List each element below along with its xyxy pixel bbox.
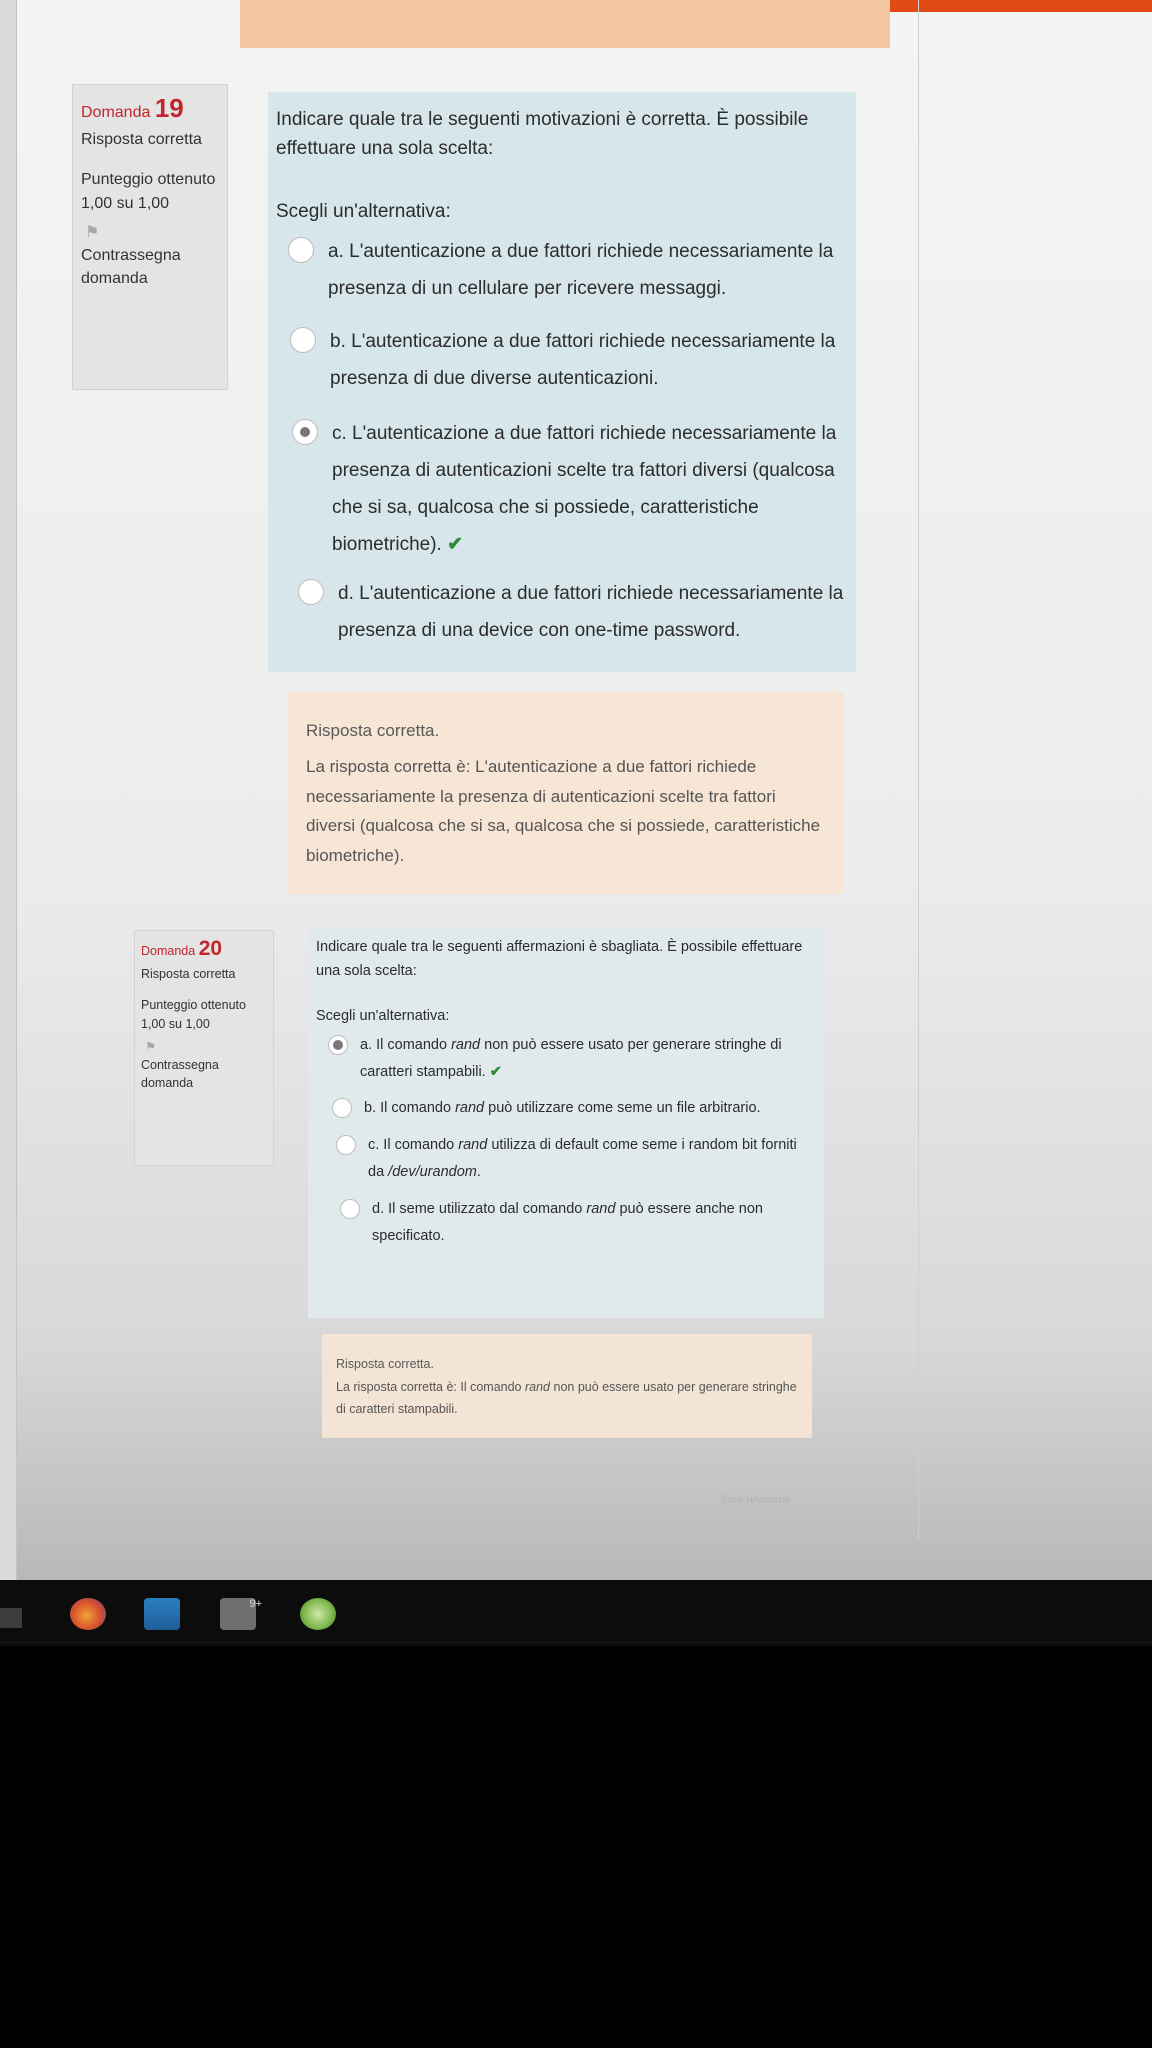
monitor-bezel — [0, 0, 17, 1580]
feedback-box-20: Risposta corretta. La risposta corretta … — [322, 1334, 812, 1438]
question-number: Domanda 19 — [81, 93, 184, 123]
question-prompt: Indicare quale tra le seguenti motivazio… — [276, 109, 809, 159]
right-answer: La risposta corretta è: Il comando rand … — [336, 1380, 797, 1416]
answer-option-d[interactable]: d. L'autenticazione a due fattori richie… — [298, 575, 848, 649]
question-state: Risposta corretta — [81, 131, 202, 148]
radio-b[interactable] — [290, 327, 316, 354]
app-icon[interactable] — [300, 1598, 336, 1630]
radio-c[interactable] — [336, 1135, 356, 1156]
question-info-19: Domanda 19 Risposta corretta Punteggio o… — [72, 84, 228, 390]
correct-check-icon: ✔ — [489, 1063, 502, 1080]
radio-d[interactable] — [298, 579, 324, 606]
answer-option-a[interactable]: a. Il comando rand non può essere usato … — [328, 1032, 816, 1086]
flag-icon[interactable]: ⚑ — [85, 222, 219, 242]
choose-label: Scegli un'alternativa: — [316, 1007, 450, 1024]
flag-question-link[interactable]: Contrassegna domanda — [141, 1056, 267, 1092]
correct-check-icon: ✔ — [447, 534, 464, 556]
feedback-box-19: Risposta corretta. La risposta corretta … — [288, 692, 844, 894]
radio-a[interactable] — [288, 237, 314, 263]
radio-c-selected[interactable] — [292, 419, 318, 446]
firefox-icon[interactable] — [70, 1598, 106, 1630]
chat-icon[interactable]: 9+ — [220, 1598, 262, 1630]
taskbar-edge — [0, 1608, 22, 1628]
answer-option-c[interactable]: c. Il comando rand utilizza di default c… — [336, 1132, 816, 1186]
feedback-title: Risposta corretta. — [306, 721, 440, 740]
taskbar: 9+ — [0, 1580, 1152, 1646]
finish-review-link[interactable]: Fine revisione — [722, 1494, 790, 1506]
header-bar — [240, 0, 890, 48]
taskbar-divider — [0, 1642, 1152, 1643]
radio-d[interactable] — [340, 1198, 360, 1219]
question-number: Domanda 20 — [141, 937, 223, 960]
question-content-19: Indicare quale tra le seguenti motivazio… — [268, 92, 856, 672]
mail-icon[interactable] — [144, 1598, 180, 1630]
browser-screen: Domanda 19 Risposta corretta Punteggio o… — [0, 0, 1152, 1580]
right-answer: La risposta corretta è: L'autenticazione… — [306, 756, 821, 865]
answer-option-c[interactable]: c. L'autenticazione a due fattori richie… — [292, 415, 848, 563]
choose-label: Scegli un'alternativa: — [276, 201, 451, 222]
question-grade: Punteggio ottenuto 1,00 su 1,00 — [141, 997, 246, 1031]
question-content-20: Indicare quale tra le seguenti affermazi… — [308, 928, 824, 1318]
feedback-title: Risposta corretta. — [336, 1357, 434, 1371]
flag-icon[interactable]: ⚑ — [145, 1039, 267, 1054]
radio-b[interactable] — [332, 1098, 352, 1119]
answer-option-b[interactable]: b. Il comando rand può utilizzare come s… — [332, 1095, 816, 1122]
page-border — [918, 0, 919, 1540]
radio-a-selected[interactable] — [328, 1034, 348, 1055]
answer-option-b[interactable]: b. L'autenticazione a due fattori richie… — [290, 323, 848, 397]
answer-option-a[interactable]: a. L'autenticazione a due fattori richie… — [288, 233, 848, 307]
answer-option-d[interactable]: d. Il seme utilizzato dal comando rand p… — [340, 1196, 816, 1250]
question-grade: Punteggio ottenuto 1,00 su 1,00 — [81, 171, 216, 212]
flag-question-link[interactable]: Contrassegna domanda — [81, 244, 219, 290]
question-info-20: Domanda 20 Risposta corretta Punteggio o… — [134, 930, 274, 1166]
notification-badge: 9+ — [249, 1598, 262, 1610]
question-state: Risposta corretta — [141, 967, 236, 981]
question-prompt: Indicare quale tra le seguenti affermazi… — [316, 939, 803, 979]
